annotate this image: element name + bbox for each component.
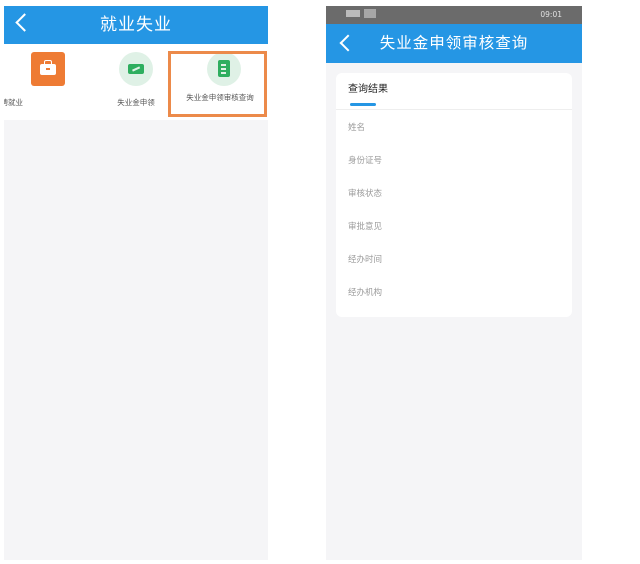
menu-item-unemployment-claim[interactable]: 失业金申领 xyxy=(92,44,180,120)
field-review-status-label: 审核状态 xyxy=(348,189,383,199)
field-handling-agency-label: 经办机构 xyxy=(348,288,383,298)
left-header-bar: 就业失业 xyxy=(4,6,268,44)
signal-icon xyxy=(364,9,376,18)
briefcase-icon xyxy=(31,52,65,86)
left-page-title: 就业失业 xyxy=(100,15,172,35)
ticket-icon xyxy=(119,52,153,86)
right-page-title: 失业金申领审核查询 xyxy=(379,34,529,52)
field-id-number-label: 身份证号 xyxy=(348,156,383,166)
field-name-label: 姓名 xyxy=(348,123,366,133)
menu-item-claim-review-query[interactable]: 失业金申领审核查询 xyxy=(180,44,268,120)
divider xyxy=(336,109,572,110)
sim-icon xyxy=(346,10,360,17)
right-phone-screen: 09:01 失业金申领审核查询 查询结果 姓名 身份证号 审核状态 审批意见 经… xyxy=(326,6,582,560)
tab-query-result[interactable]: 查询结果 xyxy=(348,83,388,97)
menu-item-recruitment[interactable]: 招聘就业 xyxy=(4,44,92,120)
menu-item-label: 失业金申领 xyxy=(117,98,155,107)
left-phone-screen: 就业失业 招聘就业 失业金申领 失业金申领审核查询 xyxy=(4,6,268,560)
document-icon xyxy=(207,52,241,86)
field-approval-opinion-label: 审批意见 xyxy=(348,222,383,232)
query-result-card: 查询结果 姓名 身份证号 审核状态 审批意见 经办时间 经办机构 xyxy=(336,73,572,317)
menu-item-label: 失业金申领审核查询 xyxy=(186,93,254,102)
menu-item-label: 招聘就业 xyxy=(4,98,23,107)
status-bar: 09:01 xyxy=(326,6,582,24)
field-handling-time-label: 经办时间 xyxy=(348,255,383,265)
status-time: 09:01 xyxy=(540,10,562,19)
menu-grid: 招聘就业 失业金申领 失业金申领审核查询 xyxy=(4,44,268,120)
tab-active-indicator xyxy=(350,103,376,106)
